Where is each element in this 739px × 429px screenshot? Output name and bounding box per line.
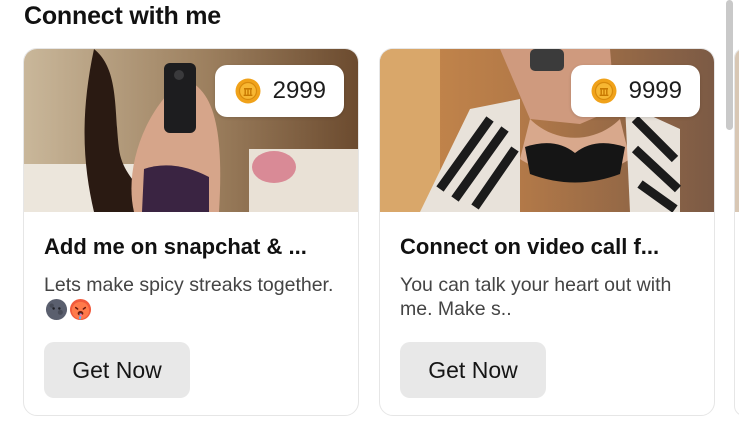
- section-title: Connect with me: [24, 2, 222, 30]
- new-moon-face-emoji-icon: [45, 299, 68, 321]
- offer-card[interactable]: 9999 Connect on video call f... You can …: [379, 48, 715, 416]
- offer-card-partial[interactable]: [734, 48, 739, 416]
- card-title: Add me on snapchat & ...: [44, 234, 307, 259]
- coin-icon: [591, 78, 617, 104]
- hot-face-emoji-icon: [69, 299, 92, 321]
- price-badge: 9999: [570, 65, 700, 117]
- offer-card[interactable]: 2999 Add me on snapchat & ... Lets make …: [23, 48, 359, 416]
- card-thumbnail: [735, 49, 739, 212]
- card-thumbnail[interactable]: 9999: [380, 49, 714, 212]
- price-value: 9999: [628, 77, 682, 104]
- price-value: 2999: [272, 77, 326, 104]
- card-thumbnail[interactable]: 2999: [24, 49, 358, 212]
- scrollbar[interactable]: [726, 0, 733, 130]
- get-now-button[interactable]: Get Now: [44, 342, 190, 398]
- card-description: You can talk your heart out with me. Mak…: [400, 274, 672, 320]
- get-now-button[interactable]: Get Now: [400, 342, 546, 398]
- coin-icon: [235, 78, 261, 104]
- description-text: Lets make spicy streaks together.: [44, 274, 334, 296]
- card-title: Connect on video call f...: [400, 234, 660, 259]
- price-badge: 2999: [214, 65, 344, 117]
- card-description: Lets make spicy streaks together.: [44, 273, 344, 321]
